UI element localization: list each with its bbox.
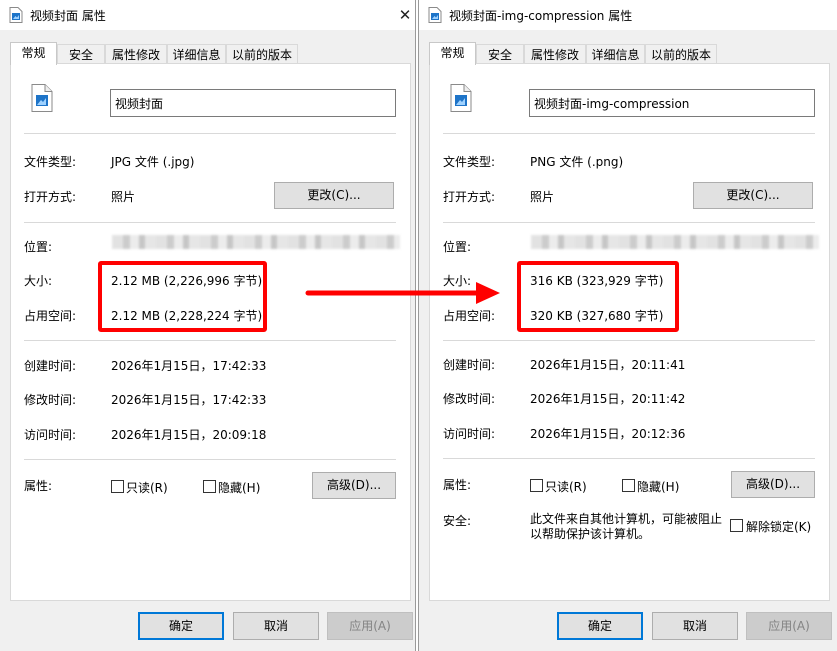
image-file-icon bbox=[31, 84, 53, 112]
image-file-icon bbox=[9, 7, 23, 23]
filename-input[interactable] bbox=[529, 89, 815, 117]
security-message: 此文件来自其他计算机，可能被阻止以帮助保护该计算机。 bbox=[530, 512, 723, 541]
cancel-button[interactable]: 取消 bbox=[652, 612, 738, 640]
open-with-value: 照片 bbox=[530, 190, 555, 204]
accessed-label: 访问时间: bbox=[443, 427, 496, 441]
cancel-button[interactable]: 取消 bbox=[233, 612, 319, 640]
tab-previous-versions[interactable]: 以前的版本 bbox=[226, 44, 298, 64]
file-type-value: JPG 文件 (.jpg) bbox=[111, 155, 195, 169]
location-label: 位置: bbox=[24, 240, 53, 254]
divider bbox=[443, 458, 815, 459]
tab-previous-versions[interactable]: 以前的版本 bbox=[645, 44, 717, 64]
size-highlight-box bbox=[517, 261, 679, 332]
divider bbox=[24, 340, 396, 341]
image-file-icon bbox=[450, 84, 472, 112]
created-label: 创建时间: bbox=[24, 359, 77, 373]
security-label: 安全: bbox=[443, 514, 472, 528]
hidden-checkbox[interactable] bbox=[203, 480, 216, 493]
tab-general[interactable]: 常规 bbox=[10, 42, 57, 65]
tab-attribute-modify[interactable]: 属性修改 bbox=[524, 44, 586, 64]
unblock-checkbox[interactable] bbox=[730, 519, 743, 532]
divider bbox=[443, 222, 815, 223]
location-value-redacted bbox=[531, 235, 819, 249]
title-bar: 视频封面-img-compression 属性 bbox=[419, 0, 837, 30]
tab-security[interactable]: 安全 bbox=[57, 44, 105, 64]
apply-button: 应用(A) bbox=[746, 612, 832, 640]
accessed-value: 2026年1月15日，20:12:36 bbox=[530, 427, 686, 441]
readonly-label[interactable]: 只读(R) bbox=[126, 479, 168, 496]
ok-button[interactable]: 确定 bbox=[557, 612, 643, 640]
location-label: 位置: bbox=[443, 240, 472, 254]
disk-size-label: 占用空间: bbox=[24, 309, 77, 323]
divider bbox=[24, 459, 396, 460]
properties-dialog-right: 视频封面-img-compression 属性 常规 安全 属性修改 详细信息 … bbox=[418, 0, 837, 651]
created-value: 2026年1月15日，17:42:33 bbox=[111, 359, 267, 373]
modified-label: 修改时间: bbox=[24, 393, 77, 407]
divider bbox=[24, 133, 396, 134]
hidden-label[interactable]: 隐藏(H) bbox=[637, 478, 679, 495]
open-with-label: 打开方式: bbox=[443, 190, 496, 204]
apply-button: 应用(A) bbox=[327, 612, 413, 640]
location-value-redacted bbox=[112, 235, 400, 249]
ok-button[interactable]: 确定 bbox=[138, 612, 224, 640]
properties-dialog-left: 视频封面 属性 ✕ 常规 安全 属性修改 详细信息 以前的版本 文件类型: JP… bbox=[0, 0, 416, 651]
accessed-label: 访问时间: bbox=[24, 428, 77, 442]
window-title: 视频封面 属性 bbox=[30, 9, 106, 23]
readonly-checkbox[interactable] bbox=[111, 480, 124, 493]
readonly-label[interactable]: 只读(R) bbox=[545, 478, 587, 495]
created-value: 2026年1月15日，20:11:41 bbox=[530, 358, 686, 372]
title-bar: 视频封面 属性 ✕ bbox=[0, 0, 415, 30]
file-type-label: 文件类型: bbox=[443, 155, 496, 169]
arrow-right-icon bbox=[305, 282, 500, 304]
modified-label: 修改时间: bbox=[443, 392, 496, 406]
readonly-checkbox[interactable] bbox=[530, 479, 543, 492]
open-with-label: 打开方式: bbox=[24, 190, 77, 204]
advanced-button[interactable]: 高级(D)... bbox=[731, 471, 815, 498]
attributes-label: 属性: bbox=[443, 478, 472, 492]
tab-attribute-modify[interactable]: 属性修改 bbox=[105, 44, 167, 64]
unblock-label[interactable]: 解除锁定(K) bbox=[746, 518, 811, 535]
tab-security[interactable]: 安全 bbox=[476, 44, 524, 64]
divider bbox=[443, 133, 815, 134]
general-panel: 文件类型: PNG 文件 (.png) 打开方式: 照片 更改(C)... 位置… bbox=[429, 63, 830, 601]
change-button[interactable]: 更改(C)... bbox=[274, 182, 394, 209]
divider bbox=[443, 340, 815, 341]
tab-details[interactable]: 详细信息 bbox=[586, 44, 645, 64]
file-type-label: 文件类型: bbox=[24, 155, 77, 169]
size-highlight-box bbox=[98, 261, 267, 332]
modified-value: 2026年1月15日，20:11:42 bbox=[530, 392, 686, 406]
disk-size-label: 占用空间: bbox=[443, 309, 496, 323]
size-label: 大小: bbox=[24, 274, 53, 288]
tab-details[interactable]: 详细信息 bbox=[167, 44, 226, 64]
hidden-checkbox[interactable] bbox=[622, 479, 635, 492]
divider bbox=[24, 222, 396, 223]
general-panel: 文件类型: JPG 文件 (.jpg) 打开方式: 照片 更改(C)... 位置… bbox=[10, 63, 411, 601]
accessed-value: 2026年1月15日，20:09:18 bbox=[111, 428, 267, 442]
hidden-label[interactable]: 隐藏(H) bbox=[218, 479, 260, 496]
file-type-value: PNG 文件 (.png) bbox=[530, 155, 624, 169]
advanced-button[interactable]: 高级(D)... bbox=[312, 472, 396, 499]
modified-value: 2026年1月15日，17:42:33 bbox=[111, 393, 267, 407]
filename-input[interactable] bbox=[110, 89, 396, 117]
tab-general[interactable]: 常规 bbox=[429, 42, 476, 65]
window-title: 视频封面-img-compression 属性 bbox=[449, 9, 633, 23]
created-label: 创建时间: bbox=[443, 358, 496, 372]
close-icon[interactable]: ✕ bbox=[392, 4, 415, 26]
image-file-icon bbox=[428, 7, 442, 23]
change-button[interactable]: 更改(C)... bbox=[693, 182, 813, 209]
open-with-value: 照片 bbox=[111, 190, 136, 204]
attributes-label: 属性: bbox=[24, 479, 53, 493]
